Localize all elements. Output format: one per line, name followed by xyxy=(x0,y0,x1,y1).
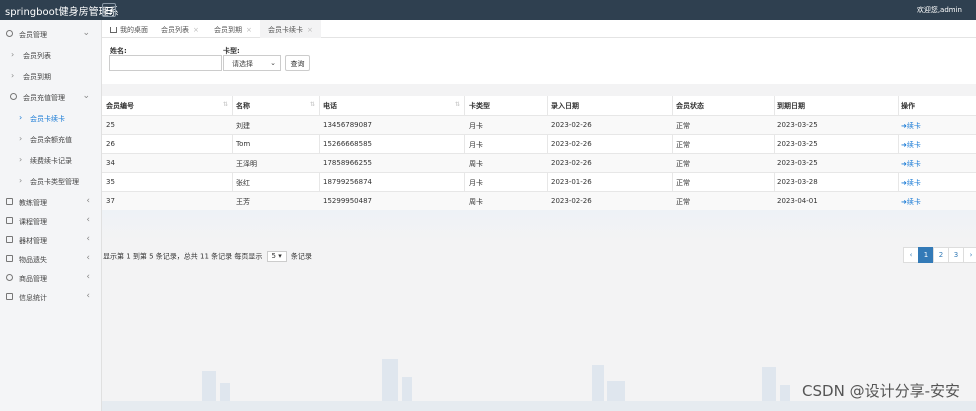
close-icon[interactable]: × xyxy=(307,26,313,34)
sidebar-item-member-list[interactable]: › 会员列表 xyxy=(0,45,102,65)
page-3-button[interactable]: 3 xyxy=(948,247,964,263)
welcome-user[interactable]: 欢迎您,admin xyxy=(917,5,962,15)
sort-icon: ⇅ xyxy=(309,101,315,108)
sidebar-item-recharge-management[interactable]: 会员充值管理 ⌄ xyxy=(0,87,102,107)
sidebar-item-equipment-management[interactable]: 器材管理 ‹ xyxy=(0,230,102,250)
page-size-select[interactable]: 5 ▾ xyxy=(266,251,287,262)
renew-card-link[interactable]: ➜续卡 xyxy=(901,178,921,188)
page-1-button[interactable]: 1 xyxy=(918,247,934,263)
sort-icon: ⇅ xyxy=(222,101,228,108)
chevron-right-icon: › xyxy=(19,113,23,122)
next-page-button[interactable]: › xyxy=(963,247,976,263)
sidebar-item-course-management[interactable]: 课程管理 ‹ xyxy=(0,211,102,231)
stats-icon xyxy=(6,293,13,300)
column-header: 卡类型 xyxy=(469,102,490,110)
table-row: 35 张红 18799256874 月卡 2023-01-26 正常 2023-… xyxy=(102,172,976,191)
sidebar-item-goods-management[interactable]: 商品管理 ‹ xyxy=(0,268,102,288)
chevron-right-icon: › xyxy=(19,155,23,164)
chevron-right-icon: › xyxy=(19,176,23,185)
renew-card-link[interactable]: ➜续卡 xyxy=(901,140,921,150)
column-header[interactable]: 会员编号 ⇅ xyxy=(106,96,232,115)
watermark: CSDN @设计分享-安安 xyxy=(802,382,960,400)
skyline-decoration xyxy=(102,210,976,240)
user-icon xyxy=(6,30,13,37)
sidebar-item-card-renewal[interactable]: › 会员卡续卡 xyxy=(0,108,102,128)
search-button[interactable]: 查询 xyxy=(285,55,310,71)
chevron-left-icon: ‹ xyxy=(86,215,90,225)
lost-items-icon xyxy=(6,255,13,262)
table-row: 26 Tom 15266668585 月卡 2023-02-26 正常 2023… xyxy=(102,134,976,153)
chevron-left-icon: ‹ xyxy=(86,234,90,244)
page-2-button[interactable]: 2 xyxy=(933,247,949,263)
card-type-select[interactable]: 请选择 ⌄ xyxy=(223,55,281,71)
sidebar-item-lost-items[interactable]: 物品遗失 ‹ xyxy=(0,249,102,269)
sidebar-item-coach-management[interactable]: 教练管理 ‹ xyxy=(0,192,102,212)
search-form: 姓名: 卡型: 请选择 ⌄ 查询 xyxy=(102,38,976,84)
table-row: 37 王芳 15299950487 周卡 2023-02-26 正常 2023-… xyxy=(102,191,976,210)
coach-icon xyxy=(6,198,13,205)
sidebar-item-member-management[interactable]: 会员管理 ⌄ xyxy=(0,24,102,44)
column-header[interactable]: 名称 ⇅ xyxy=(236,96,319,115)
renew-card-link[interactable]: ➜续卡 xyxy=(901,197,921,207)
tab-bar: 我的桌面 会员列表 × 会员到期 × 会员卡续卡 × xyxy=(102,20,976,38)
column-header: 操作 xyxy=(901,102,915,110)
sidebar-item-balance-recharge[interactable]: › 会员余额充值 xyxy=(0,129,102,149)
goods-icon xyxy=(6,274,13,281)
chevron-right-icon: › xyxy=(19,134,23,143)
column-header[interactable]: 电话 ⇅ xyxy=(323,96,464,115)
member-table: 会员编号 ⇅ 名称 ⇅ 电话 ⇅ 卡类型 录入日期 会员状态 到期日期 操作 25 刘… xyxy=(102,96,976,210)
column-header: 录入日期 xyxy=(551,102,579,110)
chevron-left-icon: ‹ xyxy=(86,196,90,206)
equipment-icon xyxy=(6,236,13,243)
renew-card-link[interactable]: ➜续卡 xyxy=(901,121,921,131)
pagination-info: 显示第 1 到第 5 条记录，总共 11 条记录 每页显示 5 ▾ 条记录 xyxy=(103,251,312,262)
close-icon[interactable]: × xyxy=(246,26,252,34)
chevron-down-icon: ⌄ xyxy=(82,91,90,101)
chevron-down-icon: ⌄ xyxy=(270,59,276,67)
menu-toggle-icon[interactable] xyxy=(102,3,116,17)
tab-desktop[interactable]: 我的桌面 xyxy=(110,20,148,38)
table-row: 25 刘建 13456789087 月卡 2023-02-26 正常 2023-… xyxy=(102,115,976,134)
sort-icon: ⇅ xyxy=(454,101,460,108)
chevron-left-icon: ‹ xyxy=(86,253,90,263)
sidebar-item-member-expiry[interactable]: › 会员到期 xyxy=(0,66,102,86)
prev-page-button[interactable]: ‹ xyxy=(903,247,919,263)
sidebar: 会员管理 ⌄ › 会员列表 › 会员到期 会员充值管理 ⌄ › 会员卡续卡 › … xyxy=(0,20,102,411)
column-header: 到期日期 xyxy=(777,102,805,110)
chevron-left-icon: ‹ xyxy=(86,272,90,282)
top-bar: springboot健身房管理系 欢迎您,admin xyxy=(0,0,976,20)
tab-card-renewal[interactable]: 会员卡续卡 × xyxy=(260,20,321,38)
tab-member-expiry[interactable]: 会员到期 × xyxy=(214,20,252,38)
recharge-icon xyxy=(10,93,17,100)
chevron-down-icon: ⌄ xyxy=(82,28,90,38)
chevron-right-icon: › xyxy=(11,71,15,80)
home-icon xyxy=(110,27,117,33)
table-row: 34 王泽明 17858966255 周卡 2023-02-26 正常 2023… xyxy=(102,153,976,172)
chevron-left-icon: ‹ xyxy=(86,291,90,301)
tab-member-list[interactable]: 会员列表 × xyxy=(161,20,199,38)
sidebar-item-card-type-management[interactable]: › 会员卡类型管理 xyxy=(0,171,102,191)
renew-card-link[interactable]: ➜续卡 xyxy=(901,159,921,169)
column-header: 会员状态 xyxy=(676,102,704,110)
name-input[interactable] xyxy=(109,55,222,71)
course-icon xyxy=(6,217,13,224)
sidebar-item-renewal-records[interactable]: › 续费续卡记录 xyxy=(0,150,102,170)
chevron-right-icon: › xyxy=(11,50,15,59)
sidebar-item-statistics[interactable]: 信息统计 ‹ xyxy=(0,287,102,307)
close-icon[interactable]: × xyxy=(193,26,199,34)
